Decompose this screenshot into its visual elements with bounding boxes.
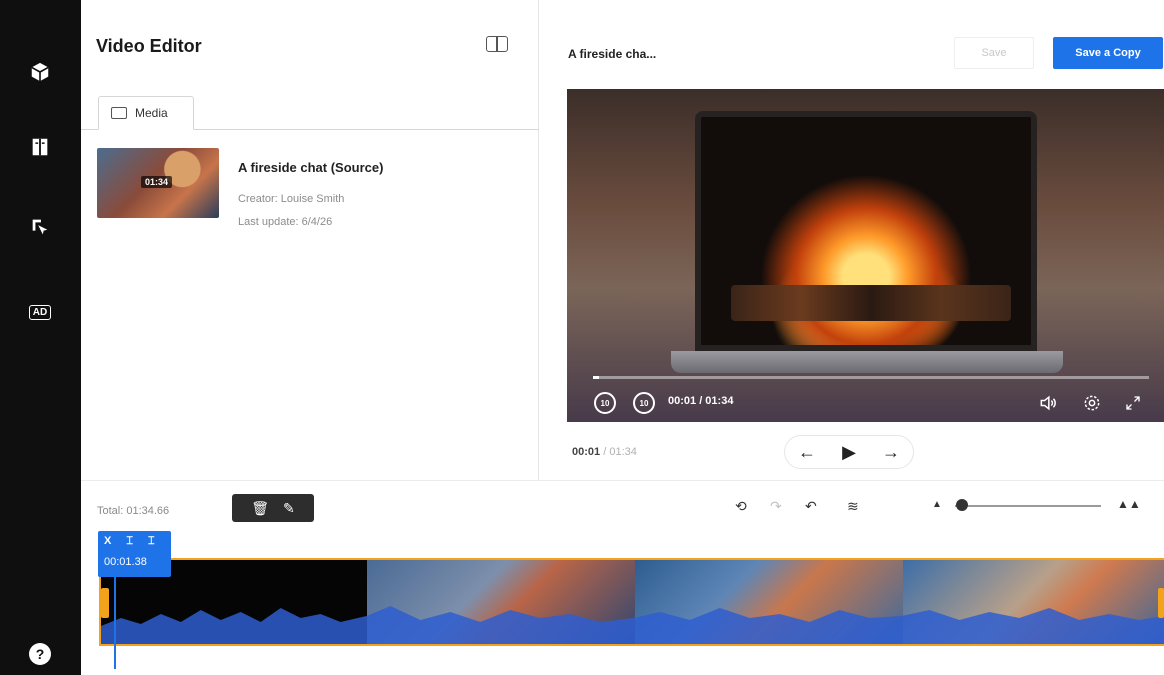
video-frame bbox=[695, 111, 1037, 351]
edit-icon[interactable]: ✎ bbox=[283, 500, 295, 517]
book-icon[interactable] bbox=[24, 131, 56, 163]
forward-10-icon[interactable]: 10 bbox=[633, 392, 655, 414]
redo-icon[interactable]: ↷ bbox=[770, 498, 782, 515]
video-player[interactable]: 10 10 00:01 / 01:34 bbox=[567, 89, 1164, 422]
save-button[interactable]: Save bbox=[954, 37, 1034, 69]
audio-description-icon[interactable]: AD bbox=[24, 296, 56, 328]
clip-chip-icons[interactable]: X ⌶ ⌶ bbox=[104, 535, 161, 548]
prev-frame-button[interactable]: ← bbox=[798, 442, 816, 463]
play-button[interactable]: ▶ bbox=[842, 442, 856, 463]
reset-icon[interactable]: ⟲ bbox=[735, 498, 747, 515]
cube-icon[interactable] bbox=[24, 56, 56, 88]
clip-tools: 🗑 ✎ bbox=[232, 494, 314, 522]
media-last-update: Last update: 6/4/26 bbox=[238, 216, 333, 228]
current-time-display: 00:01 / 01:34 bbox=[572, 446, 637, 458]
zoom-in-icon[interactable]: ▲▲ bbox=[1117, 497, 1141, 511]
delete-icon[interactable]: 🗑 bbox=[251, 500, 269, 517]
preview-panel: A fireside cha... Save Save a Copy 10 10… bbox=[539, 0, 1164, 480]
player-progress-fill bbox=[593, 376, 599, 379]
zoom-slider-track[interactable] bbox=[955, 505, 1101, 507]
media-thumbnail[interactable]: 01:34 bbox=[97, 148, 219, 218]
timeline-total-duration: Total: 01:34.66 bbox=[97, 505, 170, 517]
total-time: 01:34 bbox=[609, 446, 637, 458]
logs-image bbox=[731, 285, 1011, 321]
panel-layout-icon[interactable] bbox=[486, 36, 508, 52]
next-frame-button[interactable]: → bbox=[882, 442, 900, 463]
trim-handle-left[interactable] bbox=[101, 588, 109, 618]
undo-icon[interactable]: ↶ bbox=[805, 498, 817, 515]
ad-label: AD bbox=[28, 304, 52, 320]
left-rail: AD ? bbox=[0, 0, 81, 675]
clip-chip-time: 00:01.38 bbox=[104, 556, 147, 568]
video-editor-app: AD ? Video Editor Media 01:34 A fireside… bbox=[0, 0, 1164, 675]
laptop-base bbox=[671, 351, 1063, 373]
timeline-playhead[interactable] bbox=[114, 577, 116, 669]
media-title[interactable]: A fireside chat (Source) bbox=[238, 160, 383, 175]
trim-handle-right[interactable] bbox=[1158, 588, 1164, 618]
player-progress-bar[interactable] bbox=[593, 376, 1149, 379]
audio-waveform-icon[interactable]: ≋ bbox=[847, 498, 859, 515]
save-copy-button[interactable]: Save a Copy bbox=[1053, 37, 1163, 69]
zoom-out-icon[interactable]: ▲ bbox=[932, 499, 942, 510]
current-time: 00:01 bbox=[572, 446, 601, 458]
zoom-slider-thumb[interactable] bbox=[956, 499, 969, 511]
time-separator: / bbox=[603, 446, 607, 458]
timeline-clip-strip[interactable] bbox=[99, 558, 1164, 646]
audio-waveform bbox=[101, 606, 1164, 644]
folder-icon bbox=[111, 107, 127, 119]
pointer-select-icon[interactable] bbox=[24, 211, 56, 243]
volume-icon[interactable] bbox=[1035, 392, 1061, 414]
page-title: Video Editor bbox=[96, 36, 202, 56]
timeline-panel: Total: 01:34.66 🗑 ✎ ⟲ ↷ ↶ ≋ ▲ ▲▲ X ⌶ ⌶ 0… bbox=[81, 480, 1164, 675]
tab-media[interactable]: Media bbox=[98, 96, 194, 130]
settings-gear-icon[interactable] bbox=[1081, 392, 1103, 414]
help-icon[interactable]: ? bbox=[29, 643, 51, 665]
thumbnail-duration: 01:34 bbox=[141, 176, 173, 188]
fullscreen-icon[interactable] bbox=[1122, 392, 1144, 414]
player-time-readout: 00:01 / 01:34 bbox=[668, 395, 734, 407]
selected-clip-chip[interactable]: X ⌶ ⌶ 00:01.38 bbox=[98, 531, 171, 577]
video-name: A fireside cha... bbox=[568, 47, 657, 61]
frame-nav-group: ← ▶ → bbox=[784, 435, 914, 469]
media-creator: Creator: Louise Smith bbox=[238, 193, 345, 205]
media-panel: Video Editor Media 01:34 A fireside chat… bbox=[81, 0, 539, 480]
rewind-10-icon[interactable]: 10 bbox=[594, 392, 616, 414]
tab-media-label: Media bbox=[135, 106, 168, 120]
